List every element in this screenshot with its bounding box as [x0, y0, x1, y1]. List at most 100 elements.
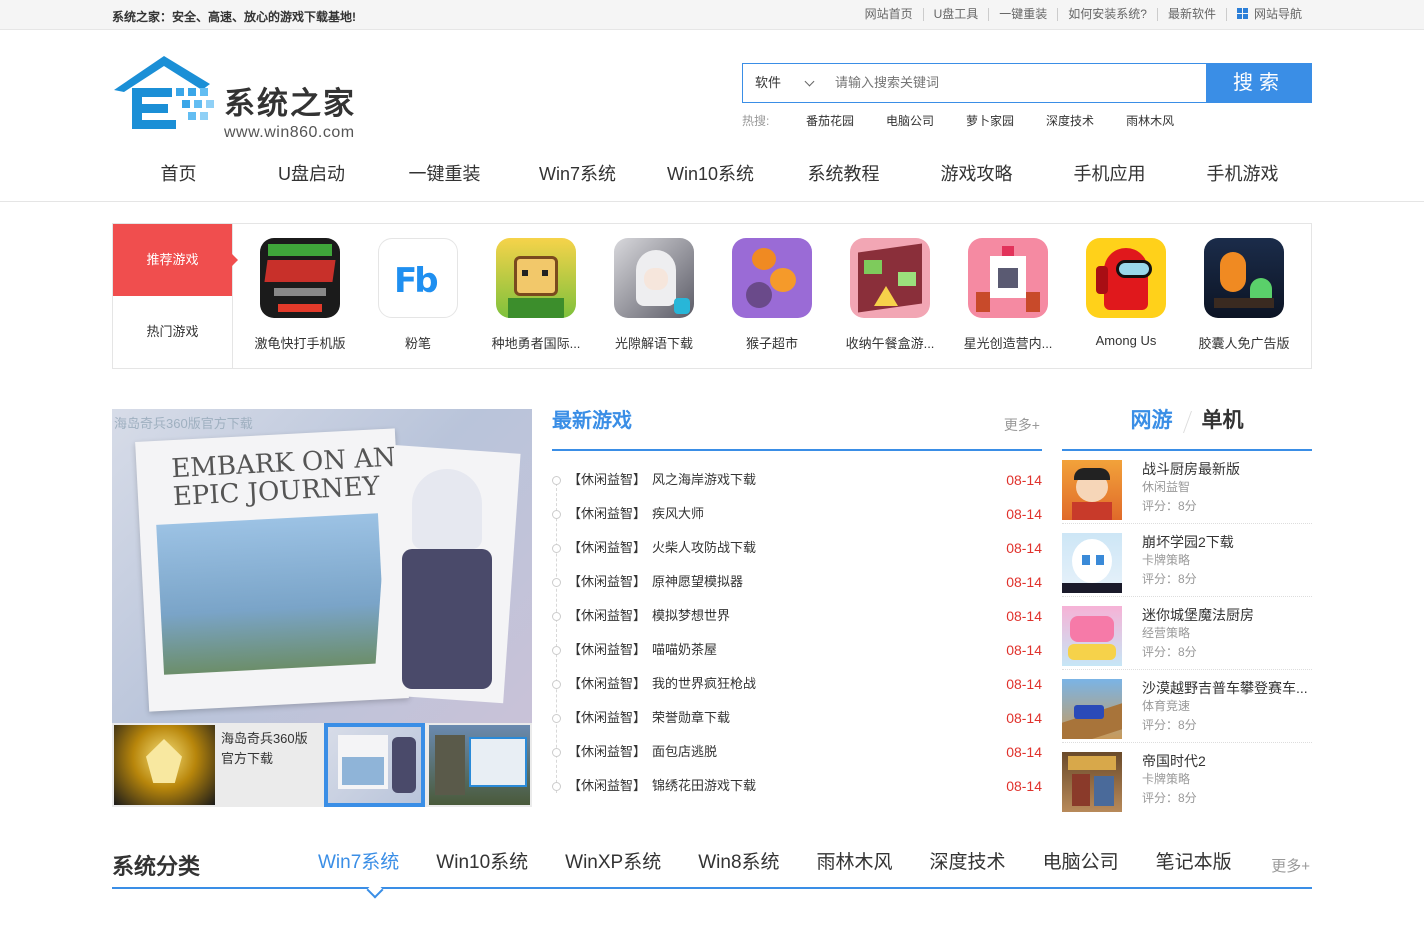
grid-icon	[1236, 8, 1248, 19]
house-logo-icon	[114, 56, 214, 129]
tab-shendu[interactable]: 深度技术	[930, 851, 1006, 875]
tab-winxp[interactable]: WinXP系统	[565, 851, 661, 875]
search-bar: 软件 搜索	[742, 63, 1312, 103]
slider-thumb[interactable]: 海岛奇兵360版官方下载	[218, 725, 320, 805]
tab-win10[interactable]: Win10系统	[436, 851, 528, 875]
game-name: 沙漠越野吉普车攀登赛车...	[1142, 680, 1308, 696]
slider-thumb[interactable]	[429, 725, 530, 805]
game-thumbnail	[1062, 679, 1122, 739]
slider-thumb-active[interactable]	[323, 723, 426, 807]
nav-usb-boot[interactable]: U盘启动	[245, 150, 378, 198]
tab-hot-games[interactable]: 热门游戏	[113, 296, 232, 368]
game-card[interactable]: 胶囊人免广告版	[1185, 224, 1303, 368]
tab-single-player[interactable]: 单机	[1192, 409, 1254, 449]
list-item[interactable]: 【休闲益智】 我的世界疯狂枪战 08-14	[552, 667, 1042, 701]
game-date: 08-14	[1006, 710, 1042, 726]
game-title[interactable]: 荣誉勋章下载	[652, 701, 1006, 735]
main-content: EMBARK ON AN EPIC JOURNEY 海岛奇兵360版官方下载 海…	[112, 409, 1312, 812]
hot-search-item[interactable]: 萝卜家园	[966, 112, 1014, 129]
nav-game-guides[interactable]: 游戏攻略	[910, 150, 1043, 198]
hot-search-item[interactable]: 番茄花园	[806, 112, 854, 129]
slider-main-image[interactable]: EMBARK ON AN EPIC JOURNEY 海岛奇兵360版官方下载	[112, 409, 532, 723]
list-item[interactable]: 【休闲益智】 原神愿望模拟器 08-14	[552, 565, 1042, 599]
nav-win7[interactable]: Win7系统	[511, 150, 644, 198]
hot-search-item[interactable]: 电脑公司	[886, 112, 934, 129]
nav-reinstall[interactable]: 一键重装	[378, 150, 511, 198]
list-item[interactable]: 【休闲益智】 疾风大师 08-14	[552, 497, 1042, 531]
header: 系统之家 www.win860.com 软件 搜索 热搜: 番茄花园 电脑公司 …	[112, 30, 1312, 150]
tab-win7[interactable]: Win7系统	[318, 851, 399, 875]
top-link-home[interactable]: 网站首页	[855, 8, 923, 21]
search-button[interactable]: 搜索	[1206, 63, 1312, 103]
latest-more-link[interactable]: 更多+	[1004, 415, 1040, 435]
game-name: 迷你城堡魔法厨房	[1142, 607, 1254, 623]
game-date: 08-14	[1006, 642, 1042, 658]
tab-notebook[interactable]: 笔记本版	[1156, 851, 1232, 875]
game-card[interactable]: 光隙解语下载	[595, 224, 713, 368]
nav-mobile-apps[interactable]: 手机应用	[1043, 150, 1176, 198]
game-category: 【休闲益智】	[568, 710, 647, 725]
ranking-item[interactable]: 战斗厨房最新版 休闲益智 评分：8分	[1062, 451, 1312, 524]
system-more-link[interactable]: 更多+	[1271, 855, 1310, 876]
game-title[interactable]: 模拟梦想世界	[652, 599, 1006, 633]
list-item[interactable]: 【休闲益智】 风之海岸游戏下载 08-14	[552, 463, 1042, 497]
slider-thumb[interactable]	[114, 725, 215, 805]
top-link-usb-tools[interactable]: U盘工具	[922, 8, 989, 21]
search-input[interactable]	[823, 64, 1206, 102]
game-card[interactable]: 种地勇者国际...	[477, 224, 595, 368]
list-item[interactable]: 【休闲益智】 火柴人攻防战下载 08-14	[552, 531, 1042, 565]
game-card[interactable]: 星光创造营内...	[949, 224, 1067, 368]
top-link-reinstall[interactable]: 一键重装	[988, 8, 1057, 21]
timeline-dot	[552, 714, 561, 723]
nav-tutorials[interactable]: 系统教程	[777, 150, 910, 198]
game-card[interactable]: Among Us	[1067, 224, 1185, 368]
system-category: 系统分类 Win7系统 Win10系统 WinXP系统 Win8系统 雨林木风 …	[112, 841, 1312, 899]
tab-diannao[interactable]: 电脑公司	[1043, 851, 1119, 875]
top-link-how-install[interactable]: 如何安装系统?	[1057, 8, 1157, 21]
game-card[interactable]: 收纳午餐盒游...	[831, 224, 949, 368]
game-title[interactable]: 火柴人攻防战下载	[652, 531, 1006, 565]
list-item[interactable]: 【休闲益智】 锦绣花田游戏下载 08-14	[552, 769, 1042, 803]
game-category: 【休闲益智】	[568, 472, 647, 487]
hot-search-item[interactable]: 深度技术	[1046, 112, 1094, 129]
timeline-dot	[552, 646, 561, 655]
nav-win10[interactable]: Win10系统	[644, 150, 777, 198]
tab-yulin[interactable]: 雨林木风	[817, 851, 893, 875]
timeline-dot	[552, 578, 561, 587]
ranking-item[interactable]: 沙漠越野吉普车攀登赛车... 体育竞速 评分：8分	[1062, 670, 1312, 743]
top-link-latest-software[interactable]: 最新软件	[1156, 8, 1226, 21]
capsule-man-icon	[1204, 238, 1284, 318]
game-date: 08-14	[1006, 778, 1042, 794]
ranking-item[interactable]: 崩坏学园2下载 卡牌策略 评分：8分	[1062, 524, 1312, 597]
recommend-tabs: 推荐游戏 热门游戏	[113, 224, 238, 368]
ranking-item[interactable]: 帝国时代2 卡牌策略 评分：8分	[1062, 743, 1312, 816]
ranking-item[interactable]: 迷你城堡魔法厨房 经营策略 评分：8分	[1062, 597, 1312, 670]
top-link-site-nav[interactable]: 网站导航	[1225, 8, 1312, 21]
hot-search-item[interactable]: 雨林木风	[1126, 112, 1174, 129]
game-title[interactable]: 锦绣花田游戏下载	[652, 769, 1006, 803]
game-title[interactable]: 面包店逃脱	[652, 735, 1006, 769]
game-title[interactable]: 喵喵奶茶屋	[652, 633, 1006, 667]
system-tabs: Win7系统 Win10系统 WinXP系统 Win8系统 雨林木风 深度技术 …	[318, 851, 1269, 875]
latest-games-header: 最新游戏 更多+	[552, 409, 1042, 451]
list-item[interactable]: 【休闲益智】 模拟梦想世界 08-14	[552, 599, 1042, 633]
game-title[interactable]: 我的世界疯狂枪战	[652, 667, 1006, 701]
game-category: 【休闲益智】	[568, 744, 647, 759]
tab-recommended-games[interactable]: 推荐游戏	[113, 224, 238, 296]
tab-win8[interactable]: Win8系统	[698, 851, 779, 875]
game-title[interactable]: 风之海岸游戏下载	[652, 463, 1006, 497]
game-card[interactable]: 激龟快打手机版	[241, 224, 359, 368]
game-title[interactable]: 原神愿望模拟器	[652, 565, 1006, 599]
tab-online-games[interactable]: 网游	[1121, 409, 1183, 449]
list-item[interactable]: 【休闲益智】 荣誉勋章下载 08-14	[552, 701, 1042, 735]
nav-mobile-games[interactable]: 手机游戏	[1176, 150, 1309, 198]
list-item[interactable]: 【休闲益智】 面包店逃脱 08-14	[552, 735, 1042, 769]
game-card[interactable]: 猴子超市	[713, 224, 831, 368]
nav-home[interactable]: 首页	[112, 150, 245, 198]
site-logo[interactable]: 系统之家 www.win860.com	[112, 48, 372, 141]
search-category-select[interactable]: 软件	[743, 64, 823, 102]
game-category: 体育竞速	[1142, 699, 1191, 713]
game-card[interactable]: Fb 粉笔	[359, 224, 477, 368]
game-title[interactable]: 疾风大师	[652, 497, 1006, 531]
list-item[interactable]: 【休闲益智】 喵喵奶茶屋 08-14	[552, 633, 1042, 667]
